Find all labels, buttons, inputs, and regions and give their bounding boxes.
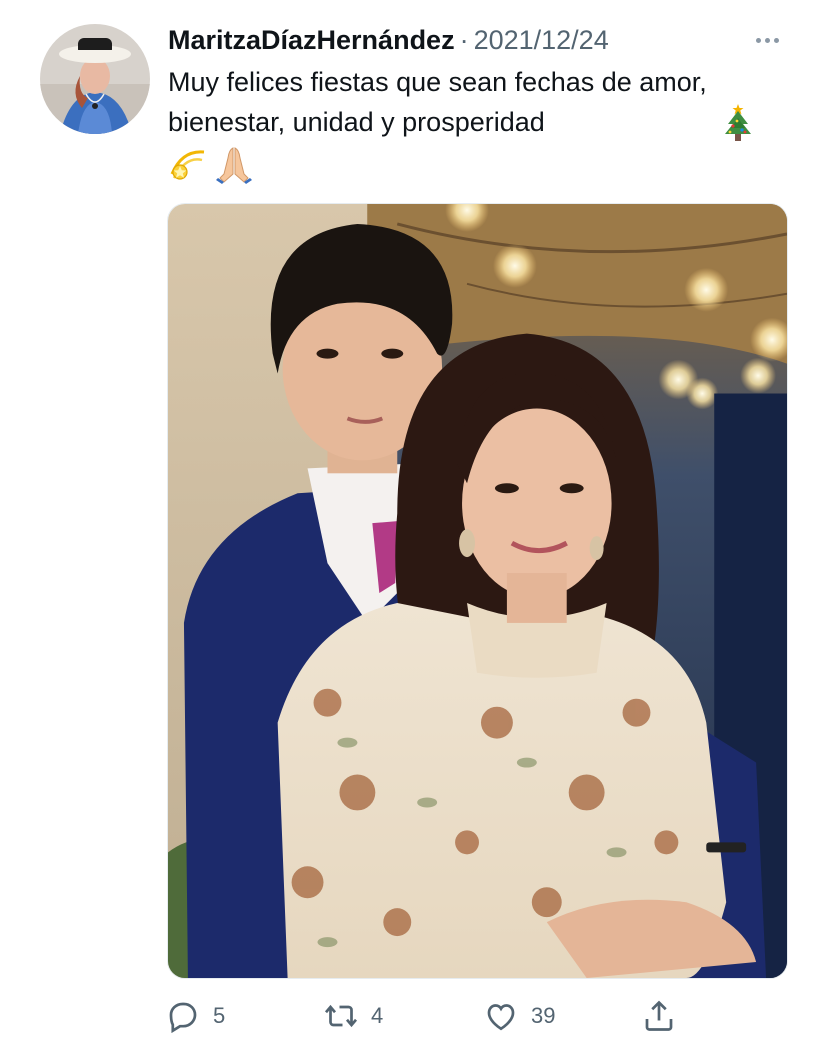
tweet-card: MaritzaDíazHernández · 2021/12/24 Muy fe…: [0, 0, 828, 1056]
author-name[interactable]: MaritzaDíazHernández: [168, 25, 455, 56]
like-button[interactable]: 39: [483, 994, 555, 1038]
avatar-image: [40, 24, 150, 134]
reply-icon: [169, 1002, 197, 1034]
reply-button[interactable]: 5: [165, 994, 225, 1038]
retweet-icon: [324, 1004, 358, 1028]
retweet-button[interactable]: 4: [323, 994, 383, 1038]
photo-image: [168, 204, 787, 978]
separator-dot: ·: [459, 24, 469, 55]
christmas-tree-icon: [725, 104, 751, 141]
share-icon: [645, 1000, 673, 1031]
tweet-photo[interactable]: [167, 203, 788, 979]
folded-hands-icon: [216, 147, 252, 184]
share-button[interactable]: [641, 994, 677, 1038]
retweet-count: 4: [371, 1003, 384, 1028]
reply-count: 5: [213, 1003, 226, 1028]
heart-icon: [487, 1004, 515, 1031]
action-bar: 5 4 39: [163, 994, 723, 1038]
more-options-icon[interactable]: [750, 28, 784, 52]
emoji-line: [168, 143, 254, 185]
dizzy-star-icon: [170, 150, 205, 180]
author-avatar[interactable]: [40, 24, 150, 134]
tweet-text: Muy felices fiestas que sean fechas de a…: [168, 67, 707, 137]
tweet-date[interactable]: 2021/12/24: [474, 25, 609, 56]
tweet-header: MaritzaDíazHernández · 2021/12/24: [168, 22, 788, 58]
like-count: 39: [531, 1003, 556, 1028]
